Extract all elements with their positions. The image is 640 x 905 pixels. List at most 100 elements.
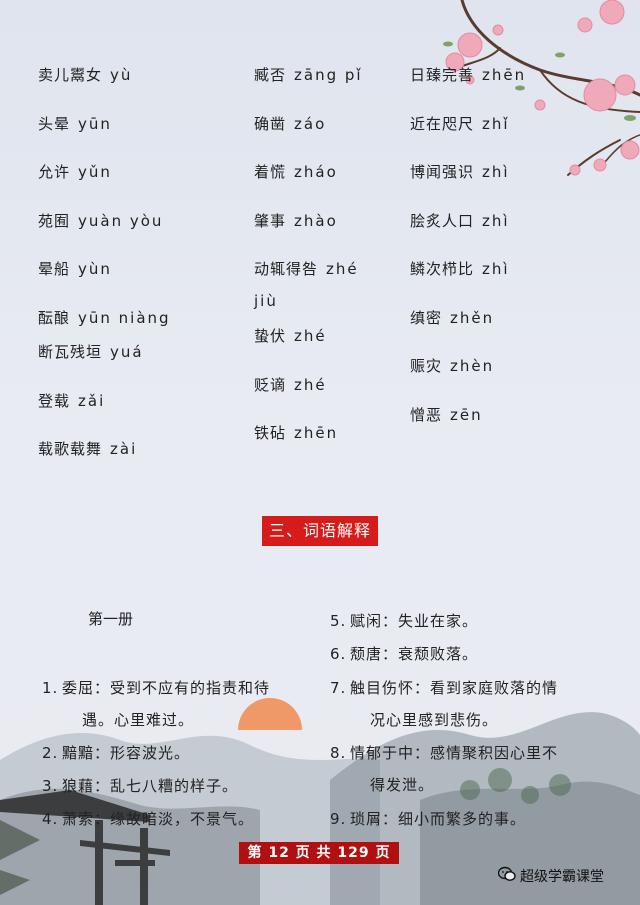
entry-word: 头晕 bbox=[38, 115, 71, 133]
entry-word: 缜密 bbox=[410, 309, 443, 327]
definition-item: 6. 颓唐：衰颓败落。 bbox=[330, 638, 580, 670]
pinyin-entry: 博闻强识 zhì bbox=[410, 161, 510, 182]
definition-text: 萧索：缘故暗淡，不景气。 bbox=[62, 810, 255, 828]
entry-pinyin: jiù bbox=[254, 292, 278, 310]
entry-word: 贬谪 bbox=[254, 376, 287, 394]
entry-pinyin: zhěn bbox=[450, 309, 495, 327]
definition-number: 1. bbox=[42, 679, 59, 697]
entry-word: 赈灾 bbox=[410, 357, 443, 375]
definition-item: 1. 委屈：受到不应有的指责和待 遇。心里难过。 bbox=[42, 672, 292, 736]
definition-text: 赋闲：失业在家。 bbox=[350, 612, 479, 630]
pinyin-entry: 允许 yǔn bbox=[38, 161, 112, 182]
entry-pinyin: yù bbox=[110, 66, 133, 84]
pinyin-entry: 着慌 zháo bbox=[254, 161, 338, 182]
pinyin-entry: 臧否 zāng pǐ bbox=[254, 64, 363, 85]
entry-word: 日臻完善 bbox=[410, 66, 475, 84]
pinyin-entry: 憎恶 zēn bbox=[410, 404, 483, 425]
definition-item: 3. 狼藉：乱七八糟的样子。 bbox=[42, 770, 292, 802]
pinyin-entry: 动辄得咎 zhé bbox=[254, 258, 359, 279]
pinyin-entry: 肇事 zhào bbox=[254, 210, 338, 231]
wechat-icon bbox=[498, 866, 516, 881]
definition-text: 情郁于中：感情聚积因心里不 bbox=[350, 744, 559, 762]
entry-word: 鳞次栉比 bbox=[410, 260, 475, 278]
pinyin-entry: 近在咫尺 zhǐ bbox=[410, 113, 510, 134]
pinyin-entry: 酝酿 yūn niàng bbox=[38, 307, 171, 328]
pinyin-entry: 断瓦残垣 yuá bbox=[38, 341, 144, 362]
document-page: 卖儿鬻女 yù 头晕 yūn 允许 yǔn 苑囿 yuàn yòu 晕船 yùn 酝酿 yūn nià… bbox=[0, 0, 640, 905]
definition-number: 5. bbox=[330, 612, 347, 630]
pinyin-entry: 脍炙人口 zhì bbox=[410, 210, 510, 231]
definition-item: 8. 情郁于中：感情聚积因心里不得发泄。 bbox=[330, 737, 580, 801]
definition-item: 9. 琐屑：细小而繁多的事。 bbox=[330, 803, 580, 835]
definition-item: 4. 萧索：缘故暗淡，不景气。 bbox=[42, 803, 292, 835]
definition-item: 2. 黯黯：形容波光。 bbox=[42, 737, 292, 769]
pinyin-entry: jiù bbox=[254, 292, 278, 310]
pinyin-entry: 确凿 záo bbox=[254, 113, 326, 134]
entry-pinyin: zāng pǐ bbox=[294, 66, 363, 84]
entry-pinyin: zhēn bbox=[294, 424, 339, 442]
entry-pinyin: zhèn bbox=[450, 357, 495, 375]
entry-pinyin: zhào bbox=[294, 212, 338, 230]
pinyin-entry: 载歌载舞 zài bbox=[38, 438, 137, 459]
entry-pinyin: zēn bbox=[450, 406, 483, 424]
entry-pinyin: zhé bbox=[294, 327, 327, 345]
definition-text: 黯黯：形容波光。 bbox=[62, 744, 191, 762]
entry-pinyin: yuá bbox=[110, 343, 144, 361]
entry-pinyin: zǎi bbox=[78, 392, 106, 410]
entry-word: 苑囿 bbox=[38, 212, 71, 230]
definition-number: 2. bbox=[42, 744, 59, 762]
definition-text: 触目伤怀：看到家庭败落的情 bbox=[350, 679, 559, 697]
definition-text: 狼藉：乱七八糟的样子。 bbox=[62, 777, 239, 795]
entry-word: 臧否 bbox=[254, 66, 287, 84]
definition-text: 委屈：受到不应有的指责和待 bbox=[62, 679, 271, 697]
entry-word: 蛰伏 bbox=[254, 327, 287, 345]
page-indicator: 第 12 页 共 129 页 bbox=[239, 842, 399, 864]
pinyin-entry: 缜密 zhěn bbox=[410, 307, 494, 328]
definition-number: 9. bbox=[330, 810, 347, 828]
volume-subheading: 第一册 bbox=[88, 610, 134, 628]
watermark-text: 超级学霸课堂 bbox=[520, 869, 604, 885]
entry-word: 登载 bbox=[38, 392, 71, 410]
entry-pinyin: zhì bbox=[482, 260, 510, 278]
entry-pinyin: zhé bbox=[294, 376, 327, 394]
entry-pinyin: zhēn bbox=[482, 66, 527, 84]
entry-word: 近在咫尺 bbox=[410, 115, 475, 133]
definition-number: 8. bbox=[330, 744, 347, 762]
definition-number: 7. bbox=[330, 679, 347, 697]
entry-pinyin: yuàn yòu bbox=[78, 212, 164, 230]
pinyin-entry: 赈灾 zhèn bbox=[410, 355, 494, 376]
entry-word: 着慌 bbox=[254, 163, 287, 181]
definition-number: 6. bbox=[330, 645, 347, 663]
pinyin-entry: 头晕 yūn bbox=[38, 113, 112, 134]
pinyin-entry: 卖儿鬻女 yù bbox=[38, 64, 132, 85]
entry-pinyin: zháo bbox=[294, 163, 338, 181]
entry-pinyin: zhǐ bbox=[482, 115, 510, 133]
pinyin-entry: 登载 zǎi bbox=[38, 390, 105, 411]
definition-number: 3. bbox=[42, 777, 59, 795]
pinyin-entry: 鳞次栉比 zhì bbox=[410, 258, 510, 279]
pinyin-entry: 贬谪 zhé bbox=[254, 374, 327, 395]
entry-word: 允许 bbox=[38, 163, 71, 181]
pinyin-entry: 蛰伏 zhé bbox=[254, 325, 327, 346]
definition-text: 颓唐：衰颓败落。 bbox=[350, 645, 479, 663]
entry-pinyin: zhì bbox=[482, 212, 510, 230]
entry-word: 脍炙人口 bbox=[410, 212, 475, 230]
entry-pinyin: zài bbox=[110, 440, 138, 458]
entry-word: 晕船 bbox=[38, 260, 71, 278]
pinyin-entry: 铁砧 zhēn bbox=[254, 422, 338, 443]
entry-word: 憎恶 bbox=[410, 406, 443, 424]
entry-pinyin: yǔn bbox=[78, 163, 112, 181]
entry-pinyin: yùn bbox=[78, 260, 112, 278]
definition-item: 7. 触目伤怀：看到家庭败落的情况心里感到悲伤。 bbox=[330, 672, 580, 736]
entry-pinyin: zhé bbox=[326, 260, 359, 278]
entry-pinyin: zhì bbox=[482, 163, 510, 181]
definition-continuation: 得发泄。 bbox=[370, 776, 435, 794]
entry-word: 确凿 bbox=[254, 115, 287, 133]
entry-word: 载歌载舞 bbox=[38, 440, 103, 458]
definition-number: 4. bbox=[42, 810, 59, 828]
definition-text: 琐屑：细小而繁多的事。 bbox=[350, 810, 527, 828]
entry-word: 酝酿 bbox=[38, 309, 71, 327]
entry-word: 卖儿鬻女 bbox=[38, 66, 103, 84]
section-title: 三、词语解释 bbox=[262, 516, 378, 546]
definition-continuation: 况心里感到悲伤。 bbox=[370, 711, 499, 729]
